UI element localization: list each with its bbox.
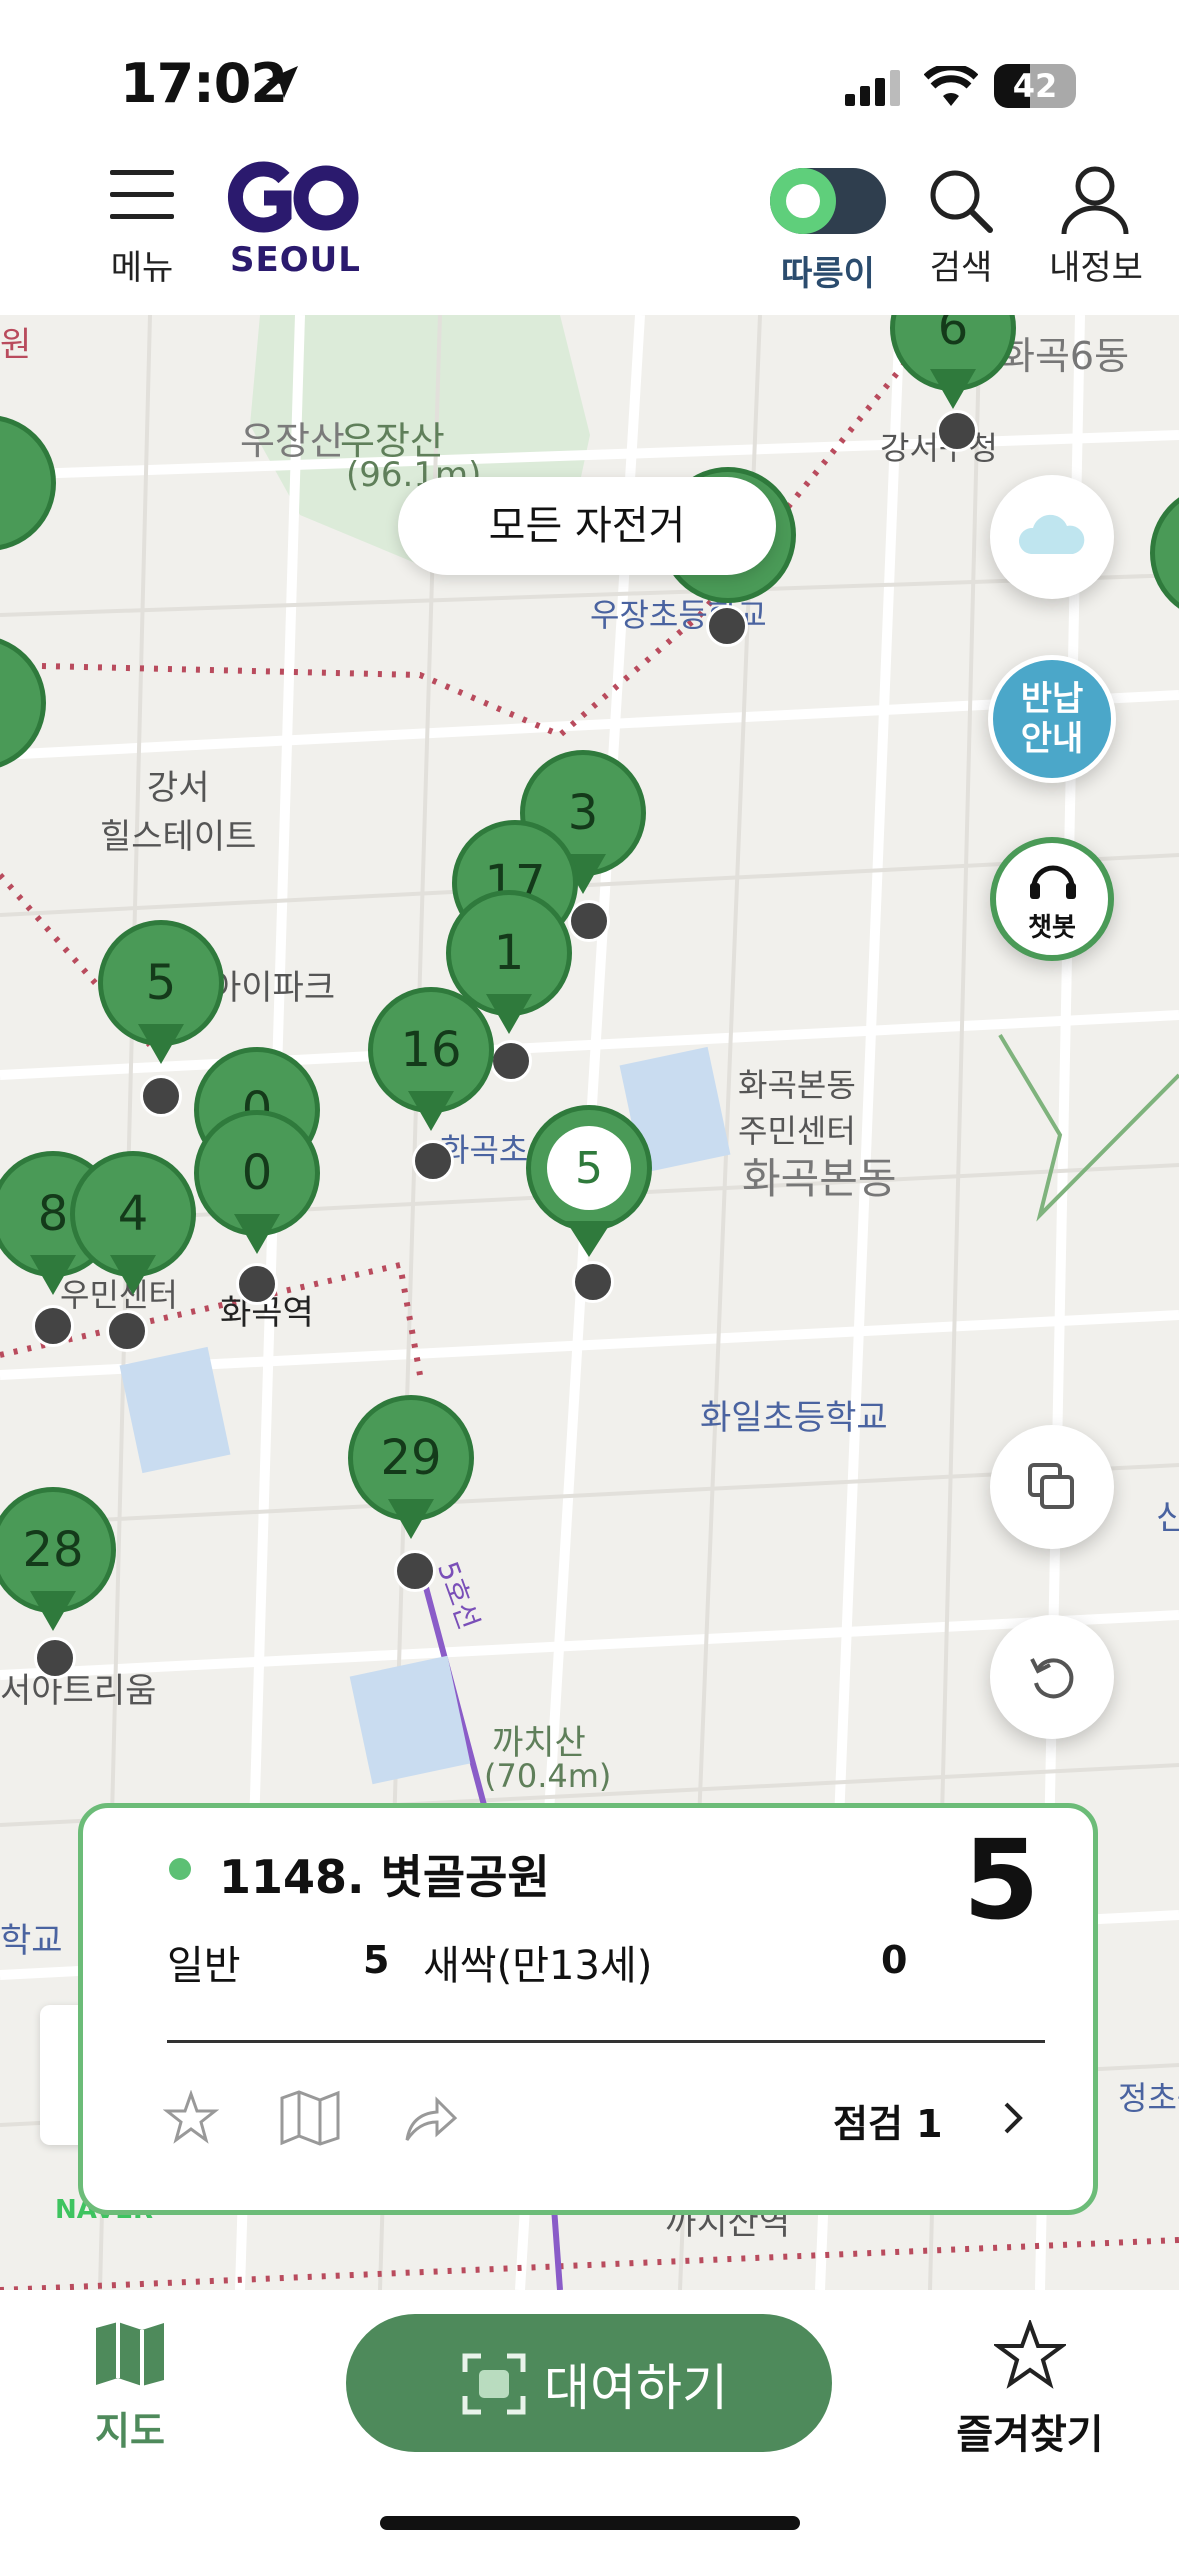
map-label-ipark: 아이파크 xyxy=(210,968,336,1008)
station-pin[interactable]: 0 xyxy=(194,1110,320,1260)
card-divider xyxy=(167,2040,1045,2043)
profile-label: 내정보 xyxy=(1049,248,1143,288)
toggle-track xyxy=(770,168,886,234)
map-label-hwagokbon-center: 화곡본동 주민센터 xyxy=(738,1066,856,1150)
logo-mark xyxy=(228,161,359,233)
station-pin[interactable]: 16 xyxy=(368,987,494,1137)
selected-pin-count: 5 xyxy=(547,1126,631,1210)
layers-button[interactable] xyxy=(990,1425,1114,1549)
bike-icon xyxy=(32,1305,74,1347)
station-status-dot xyxy=(169,1858,191,1880)
map-label-hwail-school: 화일초등학교 xyxy=(700,1398,888,1438)
junior-bike-label: 새싹(만13세) xyxy=(423,1943,653,1989)
go-seoul-logo[interactable]: SEOUL xyxy=(222,158,362,280)
station-pin[interactable]: 29 xyxy=(348,1395,474,1545)
layers-icon xyxy=(1028,1463,1074,1509)
refresh-button[interactable] xyxy=(990,1615,1114,1739)
bike-icon xyxy=(394,1550,436,1592)
map-label-right-school: 정초등 xyxy=(1118,2079,1179,2117)
map-label-woojangsan: 우장산 xyxy=(240,419,345,463)
selected-pin-tip xyxy=(566,1221,612,1257)
station-info-card[interactable]: 1148. 볏골공원 5 일반 5 새싹(만13세) 0 점검 1 xyxy=(78,1803,1098,2215)
bike-filter-chip[interactable]: 모든 자전거 xyxy=(398,477,776,575)
qr-scan-icon xyxy=(462,2353,526,2415)
location-arrow-icon xyxy=(266,66,298,98)
general-bike-label: 일반 xyxy=(167,1943,241,1989)
bike-icon xyxy=(34,1637,76,1679)
menu-label: 메뉴 xyxy=(110,248,174,288)
chatbot-button[interactable]: 챗봇 xyxy=(990,837,1114,961)
rent-label: 대여하기 xyxy=(544,2359,728,2417)
bottom-navigation: 지도 대여하기 즐겨찾기 xyxy=(0,2290,1179,2556)
map-label-dong-partial: 신 xyxy=(1156,1498,1179,1538)
map-icon xyxy=(96,2322,164,2386)
wifi-icon xyxy=(924,66,978,106)
selected-station-pin[interactable]: 5 xyxy=(526,1105,652,1231)
map-label-gangseo-hill: 강서 힐스테이트 xyxy=(100,768,257,857)
refresh-icon xyxy=(1030,1658,1074,1699)
bike-icon xyxy=(706,605,748,647)
cloud-icon xyxy=(1018,514,1085,554)
chatbot-label: 챗봇 xyxy=(1028,913,1076,943)
rent-button[interactable]: 대여하기 xyxy=(346,2314,832,2452)
bike-icon xyxy=(140,1075,182,1117)
bike-icon xyxy=(572,1261,614,1303)
star-icon[interactable] xyxy=(163,2090,219,2146)
search-icon xyxy=(930,170,993,233)
menu-button[interactable]: 메뉴 xyxy=(100,160,200,290)
hamburger-icon xyxy=(110,170,174,219)
nav-favorites[interactable]: 즐겨찾기 xyxy=(950,2320,1110,2460)
chevron-right-icon[interactable] xyxy=(998,2098,1028,2138)
station-total-bikes: 5 xyxy=(963,1816,1040,1944)
bike-icon xyxy=(936,410,978,452)
station-pin[interactable]: 4 xyxy=(70,1151,196,1301)
map-label-seoul-trium: 서아트리움 xyxy=(0,1671,157,1711)
inspection-status[interactable]: 점검 1 xyxy=(833,2093,943,2148)
bike-icon xyxy=(106,1310,148,1352)
status-bar: 17:02 42 xyxy=(0,0,1179,150)
ddareungi-toggle[interactable]: 따릉이 xyxy=(768,160,888,294)
bike-icon xyxy=(490,1040,532,1082)
app-header: 메뉴 SEOUL 따릉이 검색 내정보 xyxy=(0,150,1179,315)
search-label: 검색 xyxy=(929,248,993,288)
battery-level: 42 xyxy=(1012,67,1058,105)
map-label-hwagokbon: 화곡본동 xyxy=(742,1154,897,1203)
map-icon[interactable] xyxy=(279,2090,341,2146)
toggle-label: 따릉이 xyxy=(781,254,875,294)
station-pin[interactable]: 6 xyxy=(890,315,1016,415)
nav-map-label: 지도 xyxy=(95,2409,165,2453)
junior-bike-count: 0 xyxy=(881,1938,908,1982)
person-icon xyxy=(1061,166,1129,235)
profile-button[interactable]: 내정보 xyxy=(1036,160,1156,290)
nav-favorites-label: 즐겨찾기 xyxy=(956,2412,1104,2458)
share-icon[interactable] xyxy=(403,2092,459,2144)
weather-button[interactable] xyxy=(990,475,1114,599)
general-bike-count: 5 xyxy=(363,1938,390,1982)
home-indicator xyxy=(380,2516,800,2530)
station-name: 1148. 볏골공원 xyxy=(219,1850,550,1904)
map-label-kkachisan-height: (70.4m) xyxy=(484,1757,612,1795)
logo-text: SEOUL xyxy=(230,240,361,280)
battery-icon: 42 xyxy=(994,64,1076,108)
bike-icon xyxy=(236,1263,278,1305)
bike-icon xyxy=(412,1140,454,1182)
return-guide-button[interactable]: 반납 안내 xyxy=(988,655,1116,783)
signal-icon xyxy=(845,70,900,106)
search-button[interactable]: 검색 xyxy=(916,160,1006,290)
headset-icon xyxy=(1030,865,1076,899)
map-label-hwagok6: 화곡6동 xyxy=(1000,334,1130,378)
map-label-school-left: 학교 xyxy=(0,1921,63,1961)
star-icon xyxy=(994,2320,1066,2389)
map-label-left-top: 원 xyxy=(0,325,32,365)
nav-map[interactable]: 지도 xyxy=(80,2320,180,2453)
station-pin[interactable]: 28 xyxy=(0,1487,116,1637)
